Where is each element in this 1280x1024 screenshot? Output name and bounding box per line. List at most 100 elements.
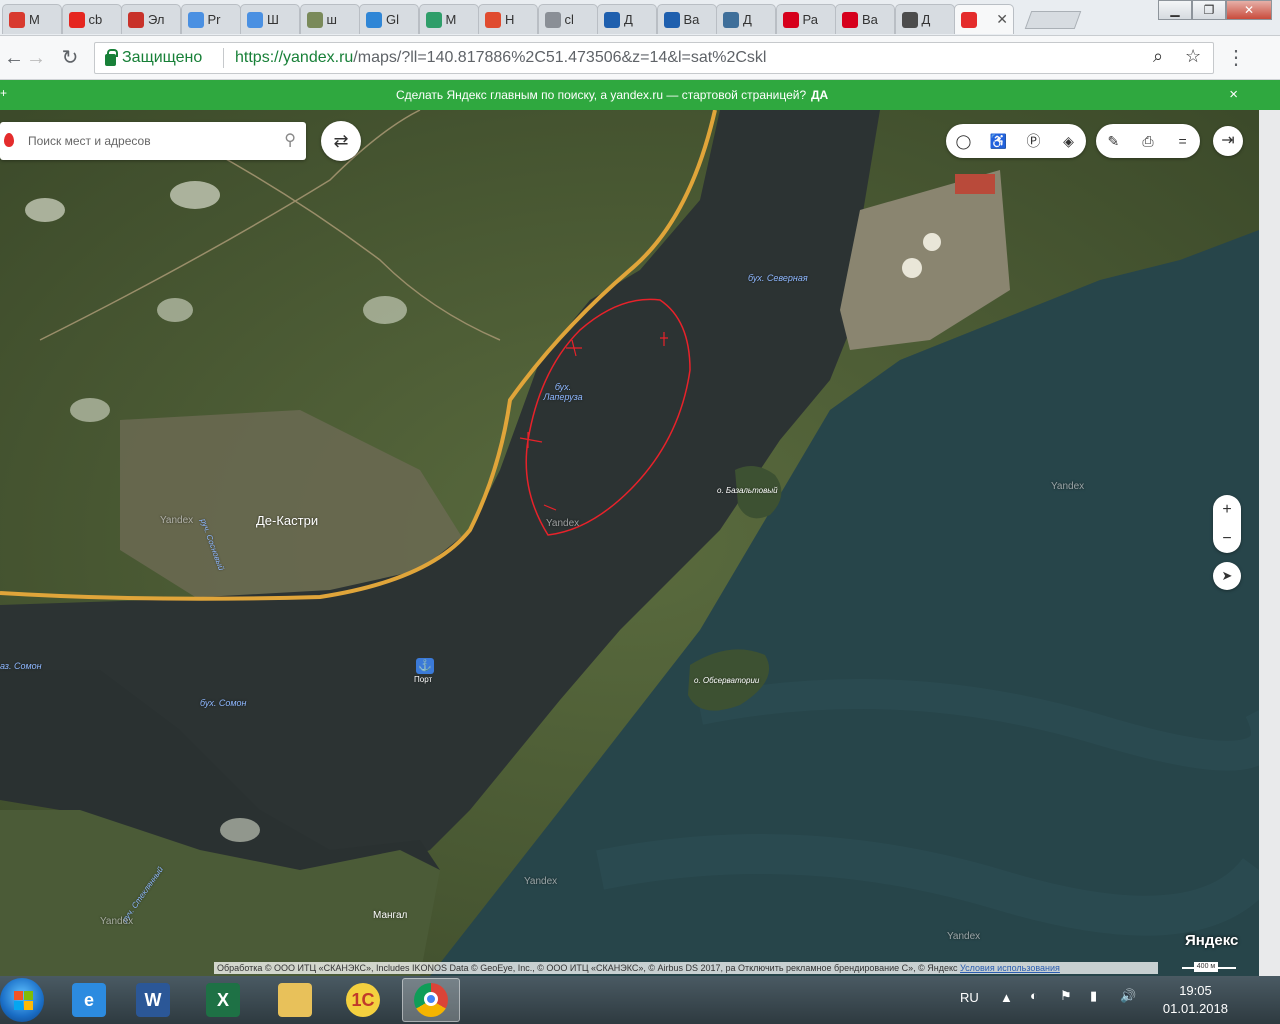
promo-yes-button[interactable]: ДА [811,88,828,102]
browser-tab[interactable]: Д [894,4,955,34]
browser-tab[interactable]: М [418,4,479,34]
yandex-logo: Яндекс [1185,932,1239,949]
satellite-map[interactable] [0,110,1259,976]
scale-label: 400 м [1194,962,1218,972]
print-icon[interactable]: ⎙ [1137,130,1159,152]
map-layers-group: ◯ ♿ Ⓟ ◈ [946,124,1086,158]
excel-taskbar-button[interactable]: X [194,978,252,1022]
windows-logo-part [24,1001,33,1010]
plant-building [955,174,995,194]
document-icon [544,11,561,28]
tab-title: Д [624,12,633,27]
word-taskbar-button[interactable]: W [124,978,182,1022]
zoom-in-button[interactable]: + [1213,495,1241,524]
windows-taskbar: e W X 1С RU ▲ ◐ ⚑ ▮ 🔊 19:05 01.01.2018 [0,976,1280,1024]
internet-explorer-taskbar-button[interactable]: e [60,978,118,1022]
watermark: Yandex [524,876,558,887]
tab-title: ш [326,12,337,27]
hh-icon [782,11,799,28]
secure-indicator[interactable]: Защищено [105,49,202,67]
browser-tab[interactable]: Ш [240,4,300,34]
traffic-icon[interactable]: ◯ [953,130,975,152]
browser-tab[interactable]: ш [299,4,360,34]
promo-close-icon[interactable]: × [1229,86,1238,103]
reload-icon[interactable]: ↻ [56,44,84,72]
red-badge-icon [9,11,25,28]
page-scrollbar[interactable] [1259,110,1280,976]
zoom-magnifier-icon[interactable]: ⌕ [1153,46,1163,67]
browser-tab[interactable]: Ва [835,4,895,34]
system-clock[interactable]: 19:05 01.01.2018 [1163,982,1228,1018]
watermark: Yandex [546,518,580,529]
zoom-control: + − [1213,495,1241,553]
address-bar[interactable]: Защищено https://yandex.ru/maps/?ll=140.… [94,42,1214,74]
terms-link[interactable]: Условия использования [960,963,1060,973]
map-search-box[interactable]: Поиск мест и адресов ⚲ [0,122,306,160]
label-bay-somon: бух. Сомон [200,698,247,708]
search-input[interactable]: Поиск мест и адресов [28,134,151,148]
bookmark-star-icon[interactable]: ☆ [1185,46,1201,67]
window-controls: ▁ ❐ ✕ [1158,0,1272,20]
parking-icon[interactable]: Ⓟ [1023,130,1045,152]
tank [902,258,922,278]
volume-icon[interactable]: 🔊 [1120,988,1136,1004]
tab-strip: Мcb Эл Pr Шш Gl М Нcl Д Ва Д Ра Ва Д ✕ [0,0,1280,36]
browser-tab[interactable]: Gl [359,4,419,34]
tray-app-icon[interactable]: ◐ [1030,988,1038,1003]
globe-icon [723,11,739,28]
tab-title: Ра [802,12,818,27]
menu-dots-icon[interactable]: ⋮ [1222,44,1250,72]
windows-logo-part [14,1001,23,1010]
browser-tab[interactable]: Н [478,4,538,34]
network-icon[interactable]: ▮ [1090,988,1097,1004]
browser-tab[interactable]: Ва [656,4,717,34]
ruler-icon[interactable]: ✎ [1102,130,1124,152]
geolocation-icon[interactable]: ➤ [1213,562,1241,590]
browser-tab[interactable]: Д [597,4,657,34]
panorama-icon[interactable]: ♿ [988,130,1010,152]
browser-tab[interactable]: Эл [121,4,181,34]
cloud [157,298,193,322]
route-button[interactable]: ⇄ [321,121,361,161]
search-icon[interactable]: ⚲ [284,130,296,150]
windows-logo-icon [14,991,23,1000]
menu-icon[interactable]: = [1172,130,1194,152]
close-window-button[interactable]: ✕ [1226,0,1272,20]
minimize-button[interactable]: ▁ [1158,0,1192,20]
map-canvas[interactable] [0,110,1259,976]
explorer-icon [278,983,312,1017]
label-port: Порт [414,675,433,684]
action-center-icon[interactable]: ⚑ [1060,988,1072,1004]
route-icon: ⇄ [333,131,349,151]
layers-icon[interactable]: ◈ [1058,130,1080,152]
forward-icon[interactable]: → [22,44,50,72]
tab-close-icon[interactable]: ✕ [996,11,1008,28]
url-text[interactable]: https://yandex.ru/maps/?ll=140.817886%2C… [235,49,766,67]
login-icon[interactable]: ⇥ [1213,126,1243,156]
tab-title: cb [88,12,103,27]
browser-tab[interactable]: Ра [775,4,836,34]
browser-tab[interactable]: Pr [180,4,241,34]
anchor-icon[interactable]: ⚓ [416,658,434,674]
language-indicator[interactable]: RU [960,990,979,1005]
1c-taskbar-button[interactable]: 1С [334,978,392,1022]
new-tab-button[interactable] [1024,11,1082,29]
explorer-taskbar-button[interactable] [266,978,324,1022]
browser-tab[interactable]: Д [716,4,776,34]
sj-icon [663,11,680,28]
hh-icon [842,11,858,28]
label-island-basalt: о. Базальтовый [717,486,778,495]
lock-icon [105,49,118,66]
start-button[interactable] [0,978,44,1022]
chrome-taskbar-button[interactable] [402,978,460,1022]
cloud [70,398,110,422]
tray-expand-icon[interactable]: ▲ [1000,990,1013,1005]
browser-tab[interactable]: cl [537,4,598,34]
cloud [25,198,65,222]
browser-tab[interactable]: cb [61,4,122,34]
browser-tab[interactable]: М [2,4,62,34]
route-map-icon [306,11,323,28]
browser-tab[interactable]: ✕ [954,4,1014,34]
zoom-out-button[interactable]: − [1213,524,1241,553]
restore-button[interactable]: ❐ [1192,0,1226,20]
